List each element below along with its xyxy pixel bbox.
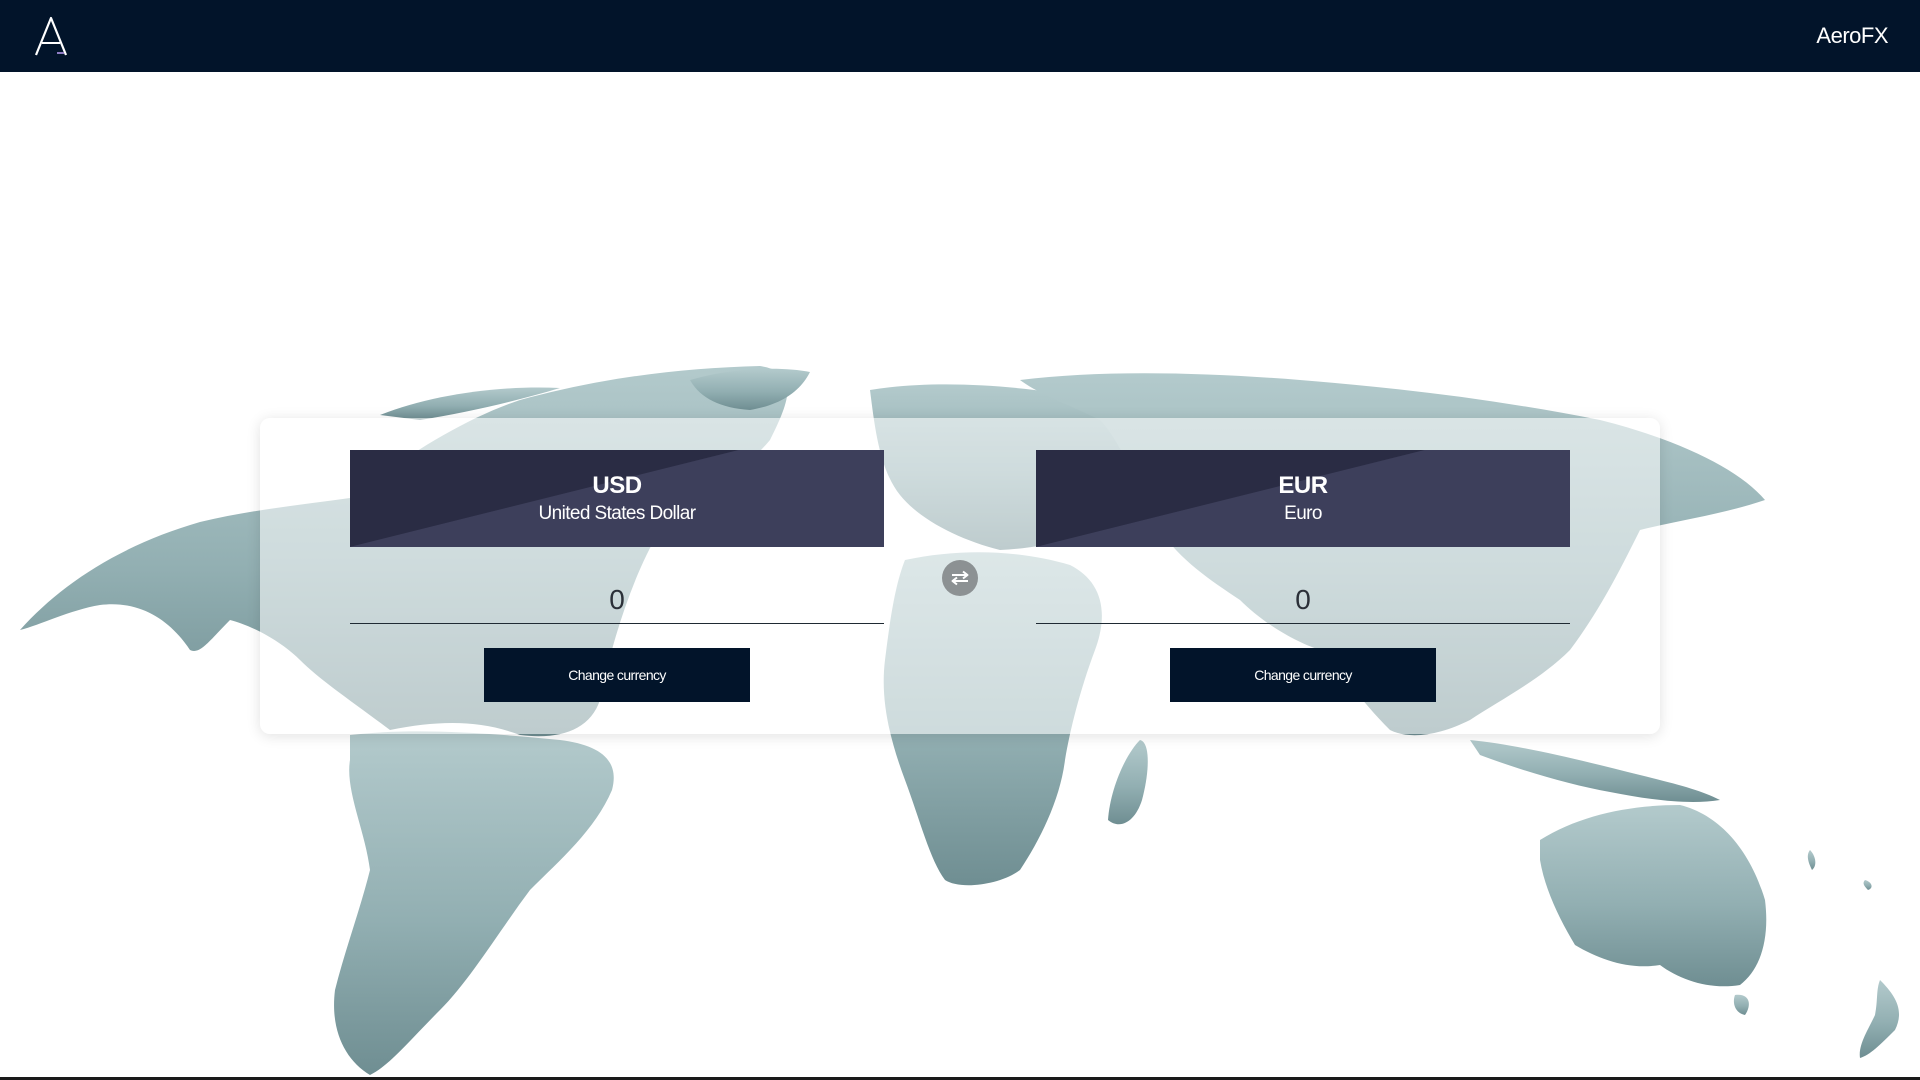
a-letter-logo-icon[interactable]: [30, 12, 72, 60]
currency-converter-card: USD United States Dollar Change currency…: [260, 418, 1660, 734]
to-currency-panel: EUR Euro Change currency: [1036, 450, 1570, 702]
top-navigation-bar: AeroFX: [0, 0, 1920, 72]
from-currency-name: United States Dollar: [538, 502, 697, 524]
south-america-shape: [334, 731, 614, 1075]
brand-name: AeroFX: [1816, 23, 1888, 48]
to-amount-input[interactable]: [1036, 576, 1570, 624]
to-currency-code: EUR: [1278, 471, 1328, 499]
from-change-currency-button[interactable]: Change currency: [484, 648, 750, 702]
from-amount-input[interactable]: [350, 576, 884, 624]
to-currency-name: Euro: [1284, 502, 1322, 524]
new-zealand-shape: [1859, 980, 1900, 1058]
to-change-currency-button[interactable]: Change currency: [1170, 648, 1436, 702]
from-currency-header: USD United States Dollar: [350, 450, 884, 547]
australia-shape: [1540, 805, 1767, 987]
madagascar-shape: [1108, 740, 1148, 825]
indonesia-islands-shape: [1470, 740, 1720, 803]
from-currency-panel: USD United States Dollar Change currency: [350, 450, 884, 702]
to-currency-header: EUR Euro: [1036, 450, 1570, 547]
swap-arrows-icon[interactable]: [942, 560, 978, 596]
from-currency-code: USD: [592, 471, 642, 499]
